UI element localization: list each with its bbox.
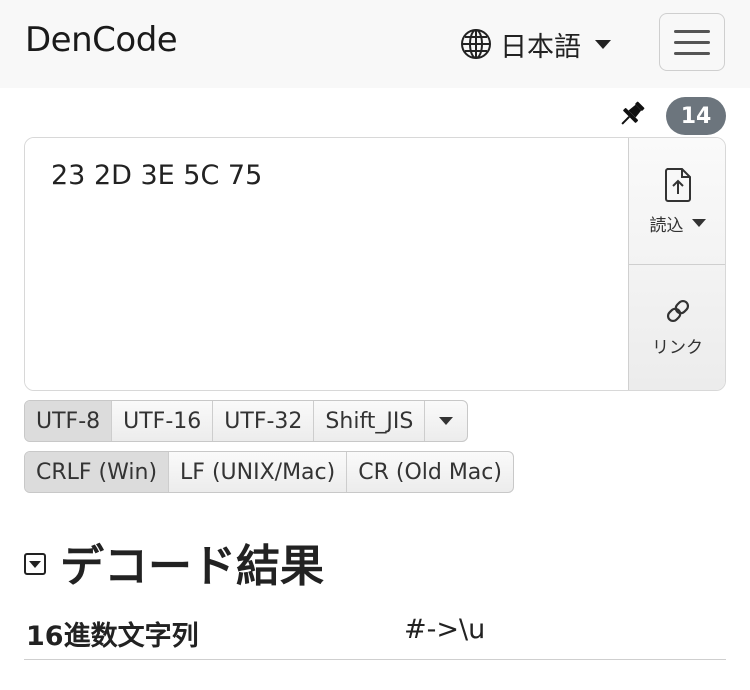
pin-icon[interactable] xyxy=(616,98,648,130)
encoding-button-group: UTF-8 UTF-16 UTF-32 Shift_JIS xyxy=(24,400,469,442)
menu-toggle-button[interactable] xyxy=(659,13,725,71)
link-icon xyxy=(666,299,689,322)
collapse-toggle-icon[interactable] xyxy=(24,553,46,575)
encoding-utf8-button[interactable]: UTF-8 xyxy=(25,401,113,441)
brand-logo[interactable]: DenCode xyxy=(25,20,178,60)
encoding-utf32-button[interactable]: UTF-32 xyxy=(213,401,315,441)
result-label: 16進数文字列 xyxy=(26,621,199,652)
hamburger-icon xyxy=(674,29,710,33)
language-label: 日本語 xyxy=(500,31,581,63)
link-button[interactable]: リンク xyxy=(629,264,725,390)
editor-side-buttons: 読込 リンク xyxy=(628,138,725,390)
character-count-badge: 14 xyxy=(666,97,726,135)
linebreak-crlf-button[interactable]: CRLF (Win) xyxy=(25,452,170,492)
input-editor: 読込 リンク xyxy=(24,137,726,391)
load-label: 読込 xyxy=(649,215,684,236)
result-value[interactable]: #->\u xyxy=(404,614,485,645)
chevron-down-icon xyxy=(595,39,611,49)
chevron-down-icon xyxy=(691,219,706,227)
link-label: リンク xyxy=(652,337,703,358)
section-title: デコード結果 xyxy=(60,541,324,592)
linebreak-cr-button[interactable]: CR (Old Mac) xyxy=(347,452,513,492)
encoding-shiftjis-button[interactable]: Shift_JIS xyxy=(314,401,426,441)
line-break-button-group: CRLF (Win) LF (UNIX/Mac) CR (Old Mac) xyxy=(24,451,514,493)
language-selector[interactable]: 日本語 xyxy=(460,24,611,64)
globe-icon xyxy=(461,29,491,59)
linebreak-lf-button[interactable]: LF (UNIX/Mac) xyxy=(169,452,348,492)
encoding-utf16-button[interactable]: UTF-16 xyxy=(112,401,214,441)
decode-result-heading[interactable]: デコード結果 xyxy=(24,530,324,594)
chevron-down-icon xyxy=(439,417,454,425)
navbar: DenCode 日本語 xyxy=(0,0,750,88)
encoding-more-dropdown[interactable] xyxy=(425,401,467,441)
file-upload-icon xyxy=(664,167,691,202)
load-file-button[interactable]: 読込 xyxy=(629,138,725,265)
input-textarea[interactable] xyxy=(25,138,628,390)
result-row-hex-string: 16進数文字列 #->\u xyxy=(24,606,726,660)
